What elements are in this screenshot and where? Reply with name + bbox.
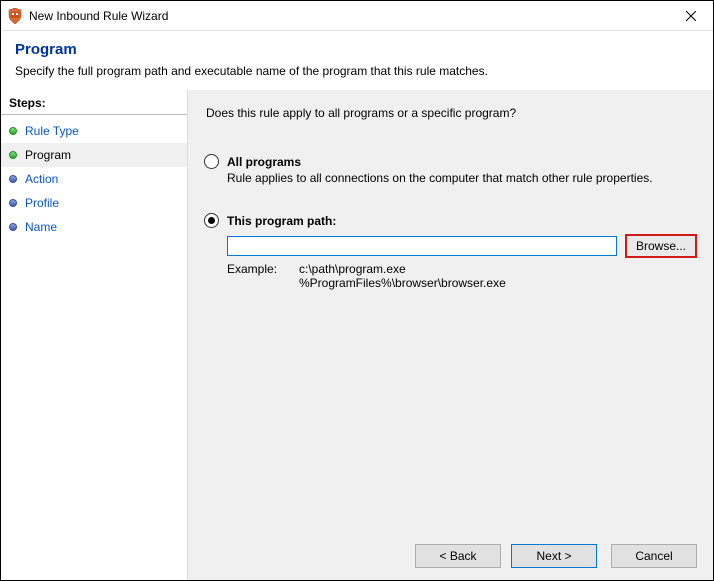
example-label: Example: bbox=[227, 262, 299, 290]
radio-icon bbox=[204, 154, 219, 169]
step-label: Profile bbox=[25, 196, 59, 210]
option-program-path[interactable]: This program path: bbox=[204, 213, 697, 228]
wizard-window: New Inbound Rule Wizard Program Specify … bbox=[0, 0, 714, 581]
wizard-footer: < Back Next > Cancel bbox=[188, 532, 713, 580]
step-bullet-icon bbox=[9, 175, 17, 183]
option-label: This program path: bbox=[227, 214, 336, 228]
program-path-input[interactable] bbox=[227, 236, 617, 256]
option-all-programs-block: All programs Rule applies to all connect… bbox=[204, 154, 697, 185]
step-rule-type[interactable]: Rule Type bbox=[1, 119, 187, 143]
step-label: Action bbox=[25, 172, 58, 186]
browse-button[interactable]: Browse... bbox=[625, 234, 697, 258]
step-bullet-icon bbox=[9, 223, 17, 231]
option-program-path-block: This program path: Browse... Example: c:… bbox=[204, 213, 697, 290]
titlebar: New Inbound Rule Wizard bbox=[1, 1, 713, 31]
option-all-programs[interactable]: All programs bbox=[204, 154, 697, 169]
window-title: New Inbound Rule Wizard bbox=[29, 9, 669, 23]
main-panel: Does this rule apply to all programs or … bbox=[187, 90, 713, 580]
program-path-row: Browse... bbox=[227, 234, 697, 258]
wizard-header: Program Specify the full program path an… bbox=[1, 31, 713, 90]
step-name[interactable]: Name bbox=[1, 215, 187, 239]
step-label: Name bbox=[25, 220, 57, 234]
wizard-body: Steps: Rule Type Program Action Profile … bbox=[1, 90, 713, 580]
step-bullet-icon bbox=[9, 151, 17, 159]
option-label: All programs bbox=[227, 155, 301, 169]
window-close-button[interactable] bbox=[669, 1, 713, 31]
app-icon bbox=[7, 8, 23, 24]
step-label: Rule Type bbox=[25, 124, 79, 138]
step-profile[interactable]: Profile bbox=[1, 191, 187, 215]
cancel-button[interactable]: Cancel bbox=[611, 544, 697, 568]
step-bullet-icon bbox=[9, 127, 17, 135]
steps-heading: Steps: bbox=[1, 94, 187, 115]
page-subtitle: Specify the full program path and execut… bbox=[15, 64, 699, 78]
page-title: Program bbox=[15, 41, 699, 58]
main-content: Does this rule apply to all programs or … bbox=[188, 106, 713, 532]
example-text: c:\path\program.exe %ProgramFiles%\brows… bbox=[299, 262, 506, 290]
example-row: Example: c:\path\program.exe %ProgramFil… bbox=[227, 262, 697, 290]
step-bullet-icon bbox=[9, 199, 17, 207]
steps-sidebar: Steps: Rule Type Program Action Profile … bbox=[1, 90, 187, 580]
close-icon bbox=[686, 11, 696, 21]
next-button[interactable]: Next > bbox=[511, 544, 597, 568]
step-action[interactable]: Action bbox=[1, 167, 187, 191]
option-description: Rule applies to all connections on the c… bbox=[227, 171, 697, 185]
back-button[interactable]: < Back bbox=[415, 544, 501, 568]
step-label: Program bbox=[25, 148, 71, 162]
wizard-question: Does this rule apply to all programs or … bbox=[206, 106, 697, 120]
radio-icon bbox=[204, 213, 219, 228]
step-program[interactable]: Program bbox=[1, 143, 187, 167]
